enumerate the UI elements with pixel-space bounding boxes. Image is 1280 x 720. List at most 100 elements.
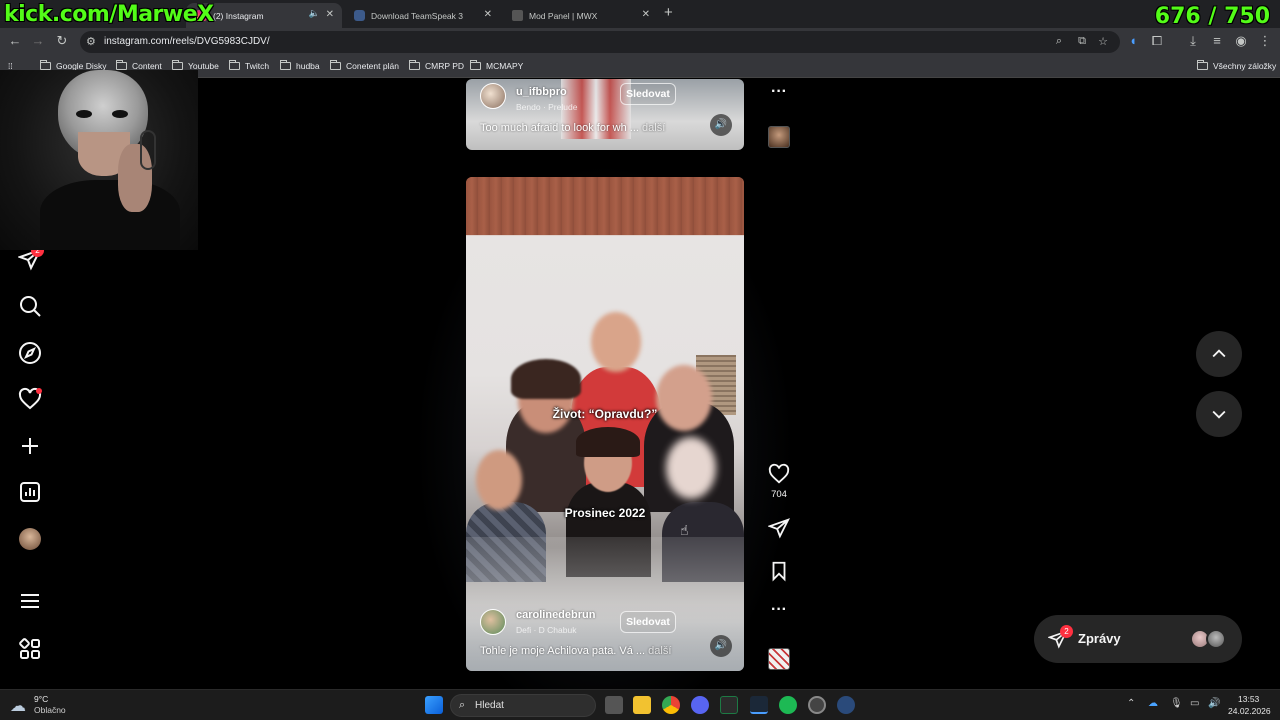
search-box[interactable]: ⌕ Hledat [450,694,596,717]
person-face [476,450,522,510]
share-send-icon[interactable] [767,517,790,542]
tray-overflow-icon[interactable]: ⌃ [1127,698,1135,709]
bookmark-label: hudba [296,61,320,71]
reel-audio-info[interactable]: Defi · D Chabuk [516,625,576,635]
like-heart-icon[interactable] [768,463,790,488]
next-reel-button[interactable] [1196,391,1242,437]
profile-avatar[interactable]: ◉ [1232,33,1250,49]
person-face [591,312,641,372]
clock-time[interactable]: 13:53 [1238,694,1259,704]
reload-icon[interactable]: ↻ [53,33,71,49]
extensions-puzzle-icon[interactable]: ⧠ [1148,33,1166,49]
messages-label: Zprávy [1078,631,1121,646]
webcam-mask-eye [112,110,128,118]
discord-icon[interactable] [691,696,709,714]
reel-card-previous[interactable]: u_ifbbpro Bendo · Prelude Sledovat Too m… [466,79,744,150]
bookmark-label: Twitch [245,61,270,71]
bookmark-mcmapy[interactable]: MCMAPY [470,60,524,71]
close-tab-icon[interactable]: ✕ [326,9,334,20]
reel-card-current[interactable]: Život: “Opravdu?” Prosinec 2022 caroline… [466,177,744,671]
reel-author-avatar[interactable] [480,83,506,109]
folder-icon [330,60,341,70]
follow-button[interactable]: Sledovat [620,83,676,105]
message-avatar [1206,629,1226,649]
file-explorer-icon[interactable] [633,696,651,714]
audio-thumbnail[interactable] [768,648,790,670]
create-plus-icon[interactable] [18,434,42,458]
all-bookmarks[interactable]: Všechny záložky [1197,60,1276,71]
like-count: 704 [771,489,787,500]
mouse-cursor-icon: ☝ [680,522,689,538]
download-icon[interactable]: ⤓ [1184,33,1202,49]
sound-toggle-icon[interactable]: 🔊 [710,114,732,136]
search-placeholder: Hledat [475,700,504,711]
site-info-icon[interactable]: ⚙ [86,35,96,48]
excel-icon[interactable] [720,696,738,714]
webcam-body [40,180,180,250]
notification-dot [36,388,42,394]
menu-kebab-icon[interactable]: ⋮ [1256,33,1274,49]
more-options-icon[interactable]: ··· [768,601,790,619]
extension-icon[interactable]: ◖ [1124,33,1142,48]
bookmark-conetent-plan[interactable]: Conetent plán [330,60,399,71]
media-control-icon[interactable]: ≡ [1208,33,1226,48]
save-bookmark-icon[interactable] [768,560,790,585]
search-icon[interactable] [18,294,42,318]
url-text: instagram.com/reels/DVG5983CJDV/ [104,36,270,47]
steam-icon[interactable] [750,696,768,714]
follow-button[interactable]: Sledovat [620,611,676,633]
forward-icon[interactable]: → [29,33,47,48]
reel-caption: Too much afraid to look for wh ... další [480,122,665,134]
teamspeak-icon[interactable] [837,696,855,714]
task-view-icon[interactable] [605,696,623,714]
bookmark-label: MCMAPY [486,61,524,71]
address-bar[interactable]: ⚙ instagram.com/reels/DVG5983CJDV/ ⌕ ⧉ ☆ [80,31,1120,53]
caption-more-link[interactable]: další [648,645,671,657]
reel-username[interactable]: carolinedebrun [516,609,595,621]
sound-toggle-icon[interactable]: 🔊 [710,635,732,657]
caption-more-link[interactable]: další [642,122,665,134]
person-hair [576,427,640,457]
webcam-overlay [0,70,198,250]
reel-author-avatar[interactable] [480,609,506,635]
messages-button[interactable]: 2 Zprávy [1034,615,1242,663]
tab-teamspeak[interactable]: Download TeamSpeak 3 ✕ [344,3,500,28]
weather-widget[interactable]: ☁ 9°C Oblačno [10,694,80,718]
display-icon[interactable]: ▭ [1190,698,1199,709]
reel-username[interactable]: u_ifbbpro [516,86,567,98]
close-tab-icon[interactable]: ✕ [484,9,492,20]
folder-icon [409,60,420,70]
previous-reel-button[interactable] [1196,331,1242,377]
chrome-icon[interactable] [662,696,680,714]
clock-date[interactable]: 24.02.2026 [1228,706,1271,716]
dashboard-chart-icon[interactable] [18,480,42,504]
settings-app-icon[interactable] [808,696,826,714]
bookmark-twitch[interactable]: Twitch [229,60,270,71]
windows-start-icon[interactable] [425,696,443,714]
new-tab-button[interactable]: + [664,4,673,21]
bookmark-star-icon[interactable]: ☆ [1098,35,1108,48]
profile-avatar[interactable] [19,528,41,550]
audio-thumbnail[interactable] [768,126,790,148]
speaker-icon[interactable]: 🔈 [309,8,320,19]
messenger-icon[interactable]: 2 [17,244,44,271]
tab-mod-panel[interactable]: Mod Panel | MWX ✕ [502,3,658,28]
reel-audio-info[interactable]: Bendo · Prelude [516,102,577,112]
more-options-icon[interactable]: ··· [768,83,790,101]
install-app-icon[interactable]: ⧉ [1078,35,1086,48]
back-icon[interactable]: ← [6,33,24,48]
bookmark-hudba[interactable]: hudba [280,60,320,71]
reel-caption-text: Too much afraid to look for wh ... [480,122,639,134]
also-from-meta-icon[interactable] [18,637,42,661]
more-menu-icon[interactable] [18,589,42,613]
close-tab-icon[interactable]: ✕ [642,9,650,20]
volume-icon[interactable]: 🔊 [1208,698,1220,709]
bookmark-cmrp-pd[interactable]: CMRP PD [409,60,464,71]
webcam-headphones [140,130,156,170]
explore-compass-icon[interactable] [18,341,42,365]
spotify-icon[interactable] [779,696,797,714]
microphone-icon[interactable]: 🎙 [1170,698,1183,709]
zoom-icon[interactable]: ⌕ [1056,35,1062,48]
notifications-heart-icon[interactable] [18,387,42,411]
onedrive-icon[interactable]: ☁ [1148,698,1158,709]
